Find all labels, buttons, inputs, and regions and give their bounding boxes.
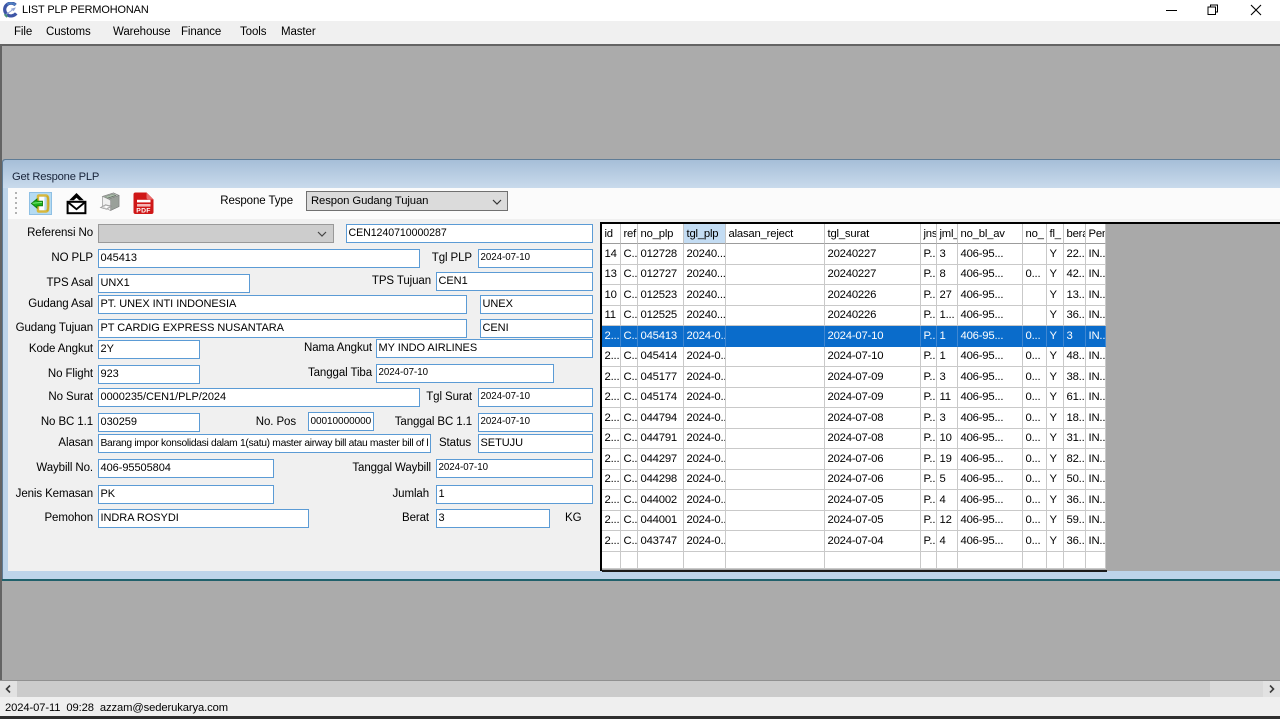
svg-text:PDF: PDF bbox=[136, 207, 151, 214]
